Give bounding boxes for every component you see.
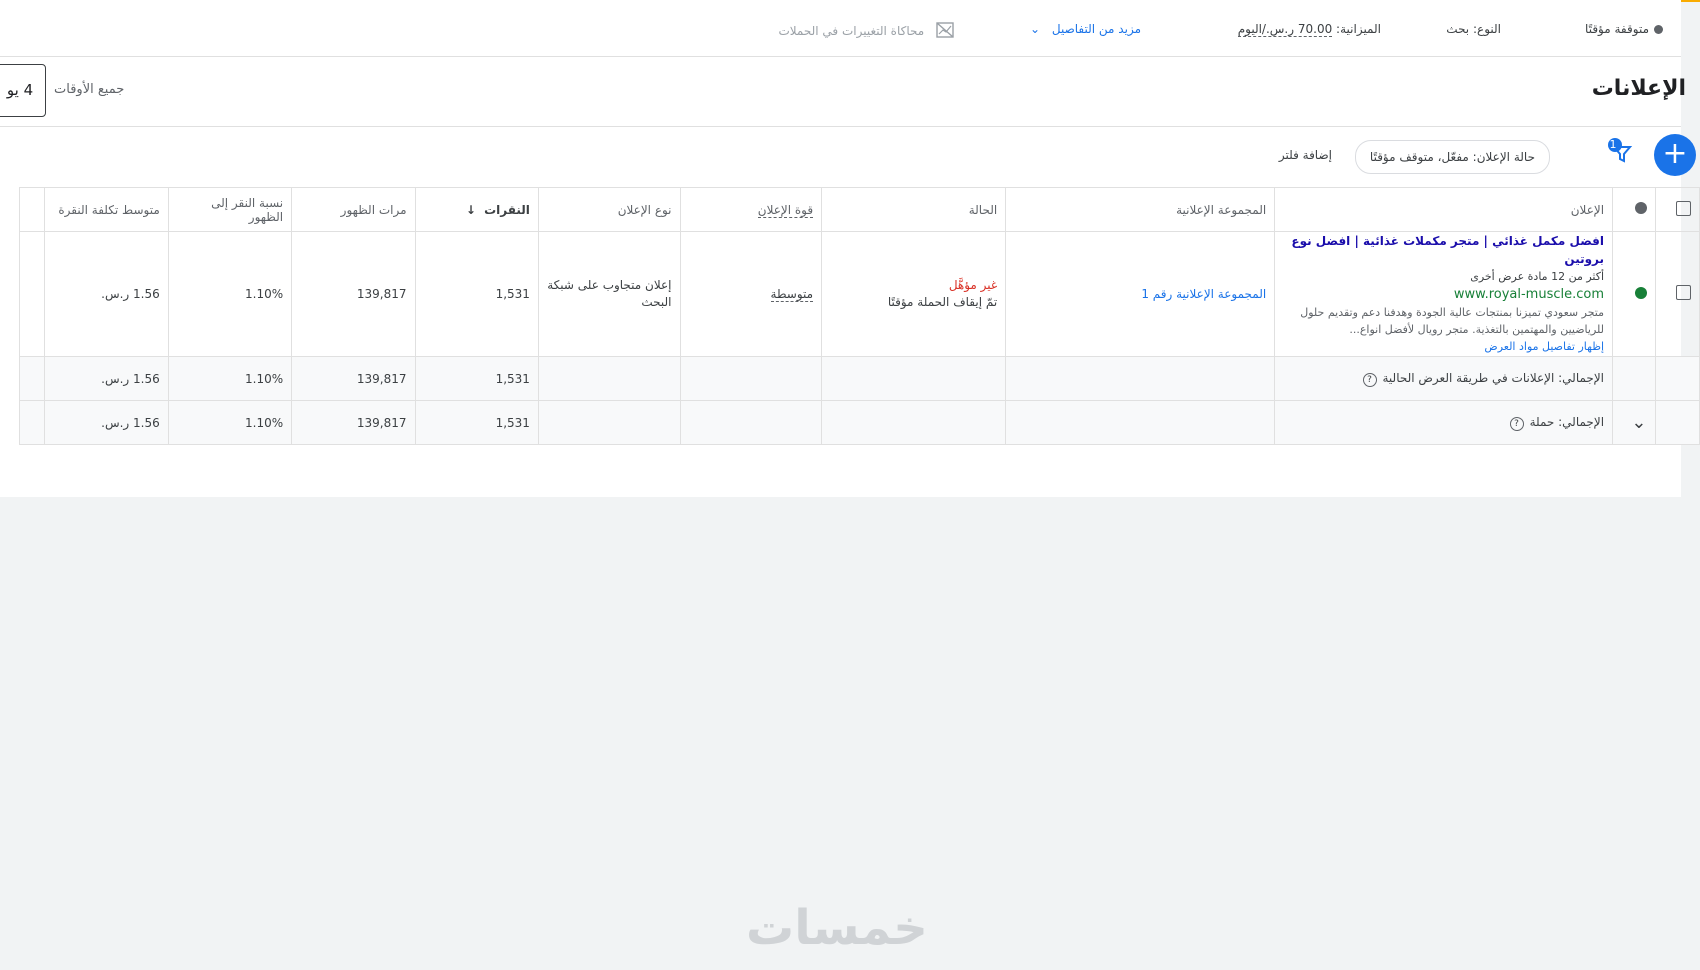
row-status-cell[interactable] — [1612, 231, 1656, 357]
budget-label: الميزانية: — [1336, 22, 1381, 36]
campaign-type: النوع: بحث — [1446, 22, 1501, 36]
divider — [0, 126, 1681, 127]
simulate-changes-label: محاكاة التغييرات في الحملات — [778, 24, 925, 38]
chart-off-icon — [932, 22, 954, 38]
status-cell: غير مؤهَّل تمّ إيقاف الحملة مؤقتًا — [821, 231, 1007, 357]
total-view-avg-cpc: 1.56 ر.س. — [44, 356, 169, 401]
col-ad[interactable]: الإعلان — [1274, 187, 1614, 232]
ad-status-filter-chip[interactable]: حالة الإعلان: مفعّل، متوقف مؤقتًا — [1354, 140, 1550, 174]
status-dot-header — [1612, 187, 1656, 232]
campaign-budget[interactable]: الميزانية: 70.00 ر.س./اليوم — [1237, 22, 1381, 37]
col-overflow — [18, 187, 46, 232]
add-ad-button[interactable]: + — [1654, 134, 1696, 176]
row-checkbox[interactable] — [1676, 285, 1691, 300]
col-avg-cpc[interactable]: متوسط تكلفة النقرة — [44, 187, 169, 232]
enabled-status-icon — [1634, 286, 1647, 299]
sort-descending-icon: ↓ — [465, 202, 476, 217]
total-view-label-cell: الإجمالي: الإعلانات في طريقة العرض الحال… — [1274, 356, 1614, 401]
filter-count-badge: 1 — [1609, 138, 1617, 151]
status-value[interactable]: غير مؤهَّل — [830, 277, 997, 294]
help-icon[interactable]: ? — [1362, 372, 1377, 387]
select-all-checkbox[interactable] — [1676, 200, 1691, 216]
row-checkbox-cell[interactable] — [1654, 231, 1700, 357]
more-details-button[interactable]: مزيد من التفاصيل ⌄ — [1030, 22, 1141, 36]
col-status[interactable]: الحالة — [821, 187, 1007, 232]
campaign-summary-bar: متوقفة مؤقتًا النوع: بحث الميزانية: 70.0… — [0, 4, 1681, 57]
ad-strength-cell: متوسطة — [679, 231, 823, 357]
type-value: بحث — [1446, 22, 1470, 36]
expand-toggle-cell[interactable]: ⌄ — [1612, 400, 1656, 445]
total-campaign-avg-cpc: 1.56 ر.س. — [44, 400, 169, 445]
total-campaign-clicks: 1,531 — [414, 400, 539, 445]
watermark-logo: خمسات — [746, 900, 928, 956]
ad-more-assets: أكثر من 12 مادة عرض أخرى — [1470, 270, 1605, 283]
ad-description: متجر سعودي تميزنا بمنتجات عالية الجودة و… — [1300, 306, 1605, 336]
col-ad-strength-label: قوة الإعلان — [757, 202, 814, 218]
col-impressions[interactable]: مرات الظهور — [291, 187, 416, 232]
total-view-impressions: 139,817 — [291, 356, 416, 401]
total-campaign-label-cell: الإجمالي: حملة? — [1274, 400, 1614, 445]
total-campaign-label: الإجمالي: حملة — [1529, 414, 1605, 429]
impressions-cell: 139,817 — [291, 231, 416, 357]
total-campaign-ctr: 1.10% — [167, 400, 293, 445]
ads-table: الإعلان المجموعة الإعلانية الحالة قوة ال… — [18, 187, 1700, 445]
campaign-status-label: متوقفة مؤقتًا — [1585, 22, 1649, 36]
table-row: افضل مكمل غذائي | متجر مكملات غذائية | ا… — [18, 231, 1700, 357]
col-ad-strength[interactable]: قوة الإعلان — [679, 187, 823, 232]
col-clicks-label: النقرات — [484, 202, 530, 217]
more-details-label: مزيد من التفاصيل — [1051, 22, 1141, 36]
plus-icon: + — [1662, 136, 1688, 171]
avg-cpc-cell: 1.56 ر.س. — [44, 231, 169, 357]
total-view-ctr: 1.10% — [167, 356, 293, 401]
ad-type-cell: إعلان متجاوب على شبكة البحث — [537, 231, 681, 357]
ad-strength-value[interactable]: متوسطة — [770, 287, 814, 302]
total-campaign-impressions: 139,817 — [291, 400, 416, 445]
col-ad-type[interactable]: نوع الإعلان — [537, 187, 681, 232]
ad-display-url: www.royal-muscle.com — [1453, 287, 1605, 302]
add-filter-button[interactable]: إضافة فلتر — [1279, 148, 1332, 162]
chevron-down-icon: ⌄ — [1029, 22, 1041, 36]
budget-value[interactable]: 70.00 ر.س./اليوم — [1237, 22, 1333, 37]
campaign-status[interactable]: متوقفة مؤقتًا — [1585, 22, 1663, 36]
chevron-down-icon[interactable]: ⌄ — [1631, 412, 1646, 433]
date-range-button[interactable]: 4 يو — [0, 64, 46, 117]
total-row-view: الإجمالي: الإعلانات في طريقة العرض الحال… — [18, 356, 1700, 401]
show-asset-details-link[interactable]: إظهار تفاصيل مواد العرض — [1283, 338, 1604, 356]
overflow-cell — [18, 231, 46, 357]
col-clicks[interactable]: النقرات ↓ — [414, 187, 539, 232]
ad-group-cell: المجموعة الإعلانية رقم 1 — [1005, 231, 1276, 357]
type-label: النوع: — [1472, 22, 1501, 36]
ad-group-link[interactable]: المجموعة الإعلانية رقم 1 — [1141, 287, 1266, 301]
simulate-changes[interactable]: محاكاة التغييرات في الحملات — [778, 22, 954, 38]
select-all-checkbox-cell[interactable] — [1654, 187, 1700, 232]
status-detail: تمّ إيقاف الحملة مؤقتًا — [887, 295, 998, 309]
paused-status-icon — [1654, 25, 1663, 34]
clicks-cell: 1,531 — [414, 231, 539, 357]
status-column-icon — [1634, 202, 1647, 214]
date-range-label: جميع الأوقات — [54, 82, 125, 97]
col-ctr[interactable]: نسبة النقر إلى الظهور — [167, 187, 293, 232]
total-row-campaign: ⌄ الإجمالي: حملة? 1,531 139,817 1.10% 1.… — [18, 400, 1700, 445]
help-icon[interactable]: ? — [1509, 416, 1524, 431]
page-title: الإعلانات — [1591, 76, 1686, 101]
total-view-label: الإجمالي: الإعلانات في طريقة العرض الحال… — [1382, 370, 1605, 385]
total-view-clicks: 1,531 — [414, 356, 539, 401]
col-ad-group[interactable]: المجموعة الإعلانية — [1005, 187, 1276, 232]
table-header-row: الإعلان المجموعة الإعلانية الحالة قوة ال… — [18, 187, 1700, 232]
ctr-cell: 1.10% — [167, 231, 293, 357]
filter-button[interactable]: 1 — [1606, 137, 1636, 167]
ad-preview-cell: افضل مكمل غذائي | متجر مكملات غذائية | ا… — [1274, 231, 1614, 357]
ad-headline[interactable]: افضل مكمل غذائي | متجر مكملات غذائية | ا… — [1283, 232, 1604, 268]
